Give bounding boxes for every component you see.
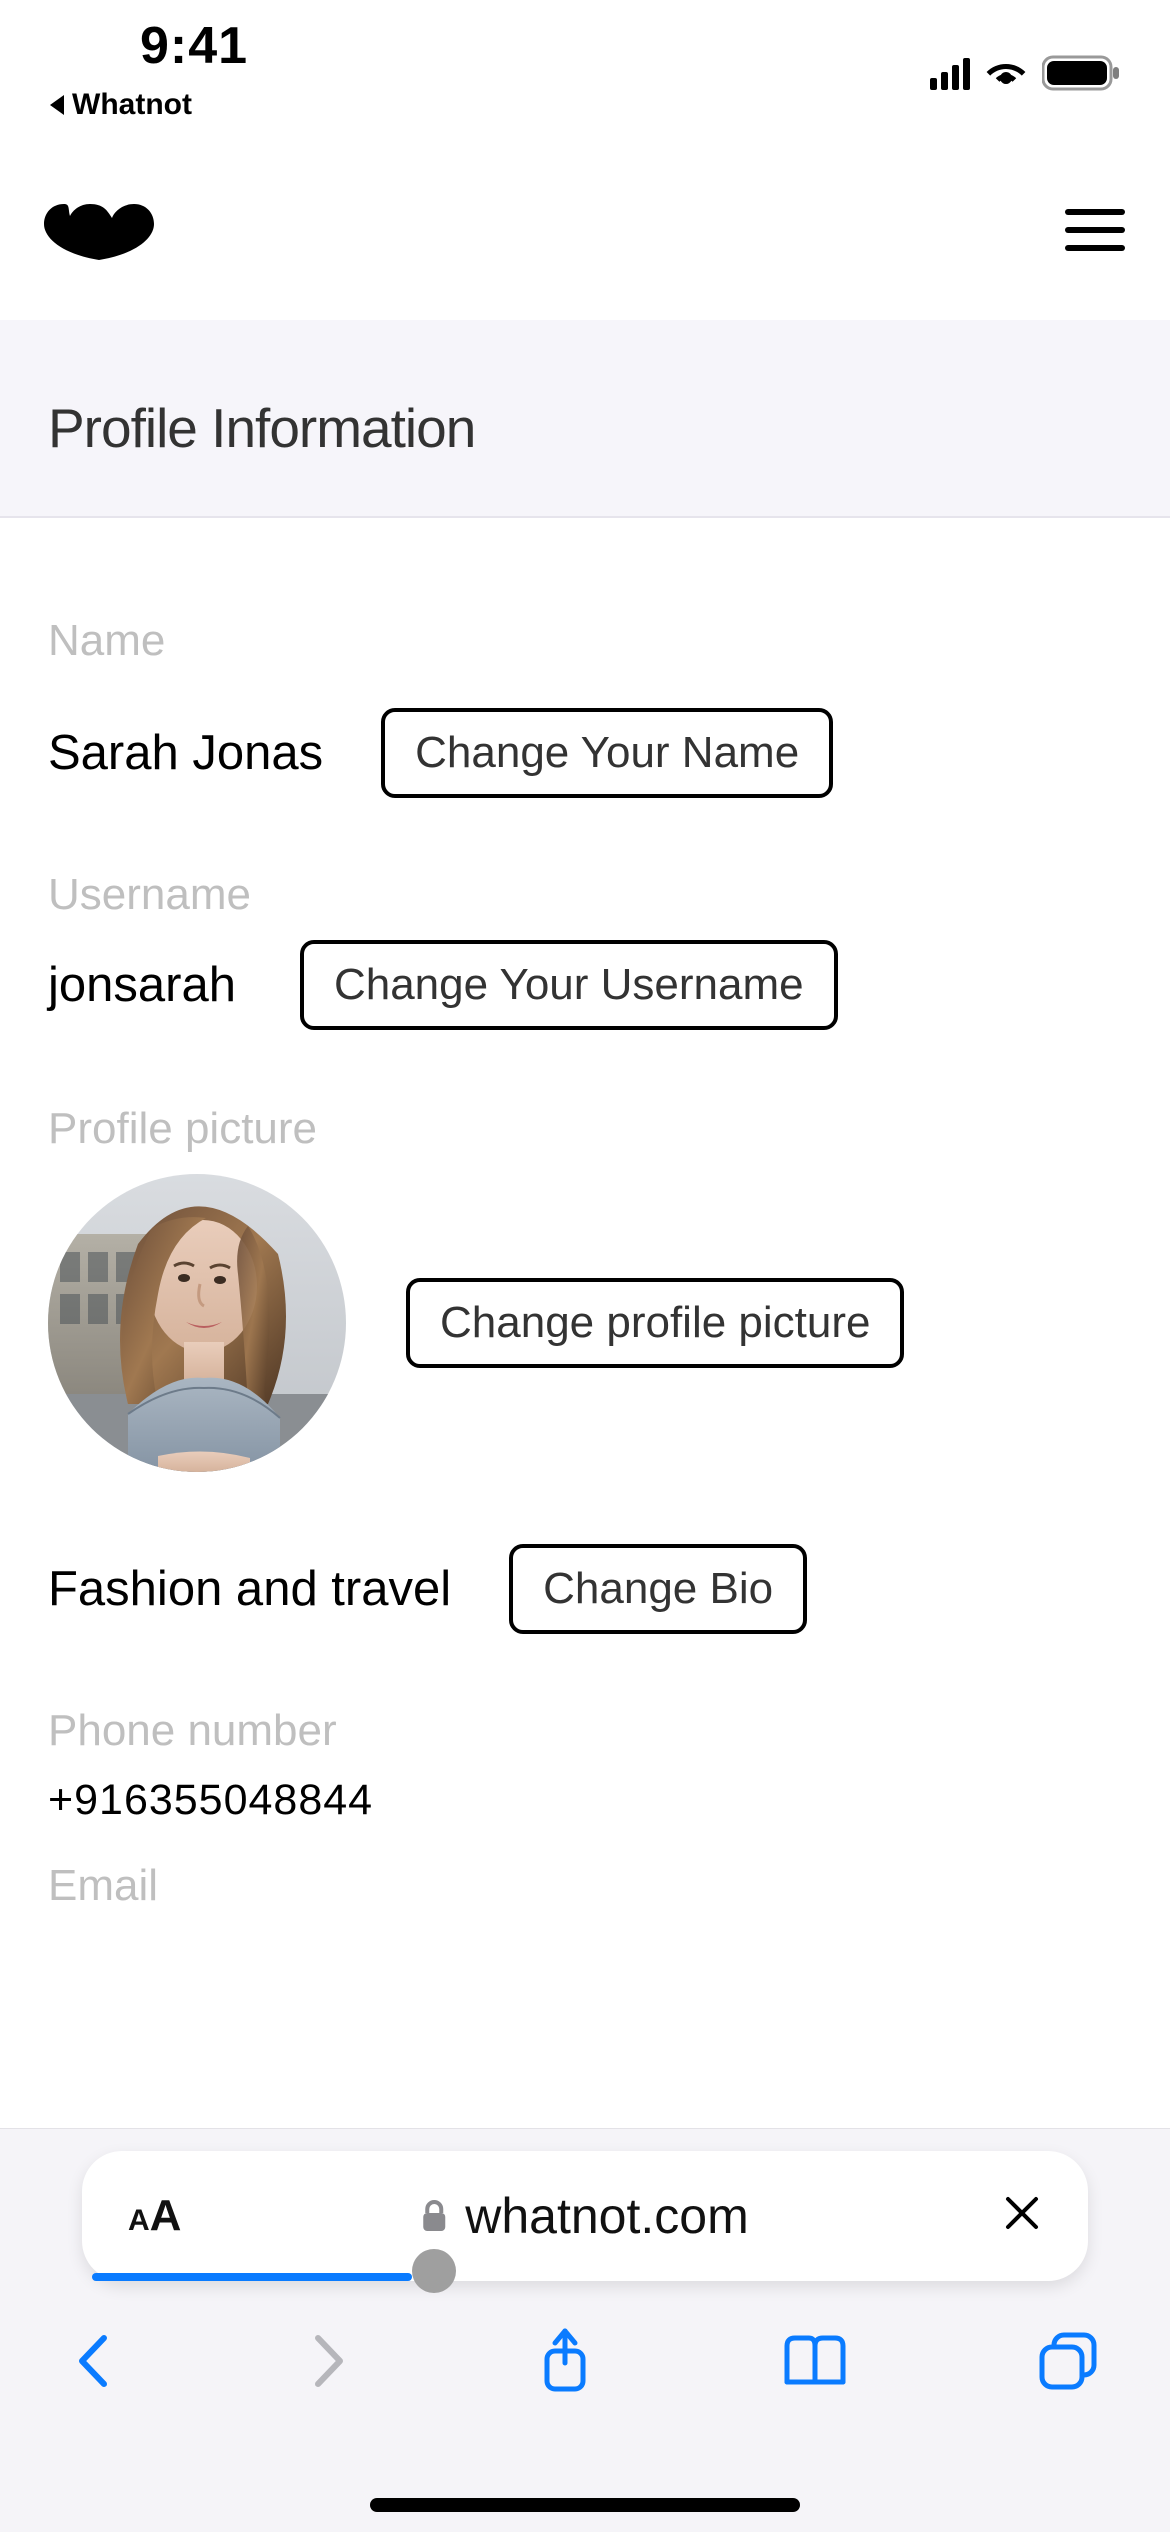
status-bar: 9:41 Whatnot (0, 0, 1170, 140)
tabs-button[interactable] (1036, 2331, 1100, 2396)
field-bio: Fashion and travel Change Bio (48, 1472, 1122, 1634)
url-bar[interactable]: AA whatnot.com (82, 2151, 1088, 2281)
username-value: jonsarah (48, 957, 236, 1013)
hamburger-menu-icon[interactable] (1064, 206, 1126, 254)
value-row-username: jonsarah Change Your Username (48, 940, 1122, 1030)
back-button[interactable] (70, 2332, 118, 2395)
bookmarks-button[interactable] (779, 2332, 851, 2395)
wifi-icon (984, 56, 1028, 90)
browser-chrome: AA whatnot.com (0, 2128, 1170, 2532)
change-bio-button[interactable]: Change Bio (509, 1544, 807, 1634)
forward-button[interactable] (304, 2332, 352, 2395)
back-to-app-button[interactable]: Whatnot (50, 88, 248, 122)
field-name: Name Sarah Jonas Change Your Name (48, 518, 1122, 798)
field-label-picture: Profile picture (48, 1104, 1122, 1154)
page-load-dot (412, 2249, 456, 2293)
browser-toolbar (0, 2291, 1170, 2410)
change-name-button[interactable]: Change Your Name (381, 708, 833, 798)
url-center: whatnot.com (421, 2187, 748, 2245)
content: Name Sarah Jonas Change Your Name Userna… (0, 518, 1170, 1911)
status-time: 9:41 (140, 20, 248, 72)
avatar-image (48, 1174, 346, 1472)
field-label-phone: Phone number (48, 1706, 1122, 1756)
home-indicator[interactable] (370, 2498, 800, 2512)
change-username-button[interactable]: Change Your Username (300, 940, 838, 1030)
back-triangle-icon (50, 95, 64, 115)
avatar[interactable] (48, 1174, 346, 1472)
field-label-name: Name (48, 616, 1122, 666)
value-row-name: Sarah Jonas Change Your Name (48, 708, 1122, 798)
stop-reload-button[interactable] (1002, 2186, 1042, 2246)
field-phone: Phone number +916355048844 (48, 1634, 1122, 1825)
page-title: Profile Information (48, 396, 1122, 460)
field-label-email: Email (48, 1861, 1122, 1911)
bio-value: Fashion and travel (48, 1561, 451, 1617)
field-label-username: Username (48, 870, 1122, 920)
url-bar-wrap: AA whatnot.com (0, 2129, 1170, 2291)
name-value: Sarah Jonas (48, 725, 323, 781)
value-row-bio: Fashion and travel Change Bio (48, 1544, 1122, 1634)
field-username: Username jonsarah Change Your Username (48, 798, 1122, 1030)
lock-icon (421, 2199, 447, 2233)
cellular-icon (930, 56, 970, 90)
url-text: whatnot.com (465, 2187, 748, 2245)
back-app-label: Whatnot (72, 88, 192, 122)
value-row-picture: Change profile picture (48, 1174, 1122, 1472)
whatnot-logo[interactable] (40, 200, 158, 260)
change-picture-button[interactable]: Change profile picture (406, 1278, 904, 1368)
share-button[interactable] (537, 2327, 593, 2400)
field-email: Email (48, 1825, 1122, 1911)
app-header (0, 140, 1170, 320)
section-header: Profile Information (0, 320, 1170, 518)
reader-aa-button[interactable]: AA (128, 2194, 181, 2238)
status-left: 9:41 Whatnot (50, 20, 248, 122)
page-load-progress (92, 2273, 412, 2281)
phone-value: +916355048844 (48, 1776, 1122, 1825)
field-picture: Profile picture (48, 1030, 1122, 1472)
status-indicators (930, 54, 1120, 92)
battery-icon (1042, 54, 1120, 92)
